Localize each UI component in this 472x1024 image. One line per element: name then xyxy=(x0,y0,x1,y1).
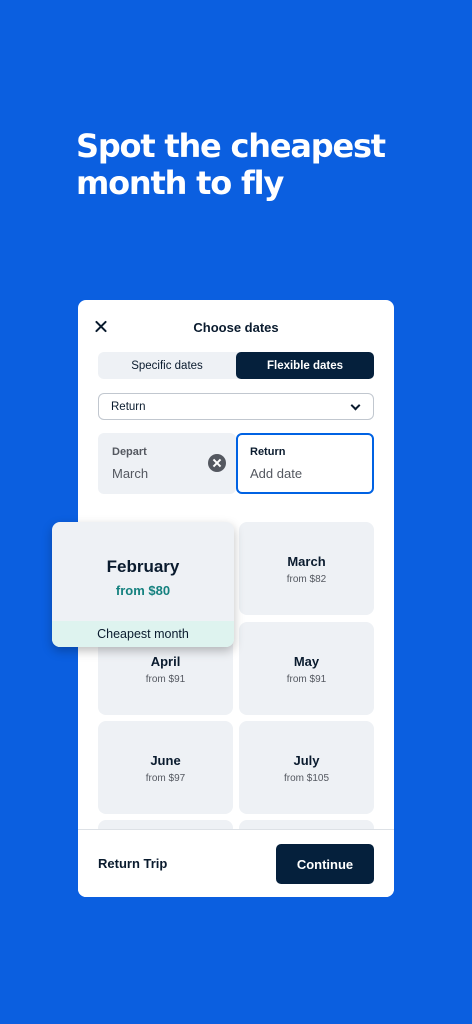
month-price: from $82 xyxy=(286,574,327,585)
depart-label: Depart xyxy=(112,446,147,458)
headline: Spot the cheapest month to fly xyxy=(76,127,386,202)
month-price: from $91 xyxy=(286,674,327,685)
tab-specific-dates[interactable]: Specific dates xyxy=(98,352,236,379)
month-price: from $91 xyxy=(145,674,186,685)
month-tile-june[interactable]: June from $97 xyxy=(98,721,233,814)
month-name: July xyxy=(293,753,320,768)
month-price: from $97 xyxy=(145,773,186,784)
trip-summary: Return Trip xyxy=(98,856,168,871)
depart-value: March xyxy=(112,466,149,481)
tab-flexible-dates[interactable]: Flexible dates xyxy=(236,352,374,379)
return-label: Return xyxy=(250,446,286,458)
month-tile-july[interactable]: July from $105 xyxy=(239,721,374,814)
month-price: from $105 xyxy=(283,773,330,784)
month-tile-march[interactable]: March from $82 xyxy=(239,522,374,615)
trip-type-select[interactable]: Return xyxy=(98,393,374,420)
month-grid-overflow xyxy=(78,820,394,829)
return-field[interactable]: Return Add date xyxy=(236,433,374,494)
month-name: April xyxy=(150,654,181,669)
month-tile-may[interactable]: May from $91 xyxy=(239,622,374,715)
continue-button[interactable]: Continue xyxy=(276,844,374,884)
featured-month-name: February xyxy=(106,557,180,576)
cheapest-month-badge: Cheapest month xyxy=(52,621,234,647)
return-placeholder: Add date xyxy=(250,466,303,481)
trip-type-value: Return xyxy=(111,400,146,413)
clear-icon[interactable] xyxy=(208,454,226,472)
month-name: May xyxy=(293,654,320,669)
month-name: March xyxy=(287,554,326,569)
featured-month-price: from $80 xyxy=(115,583,171,598)
featured-month-card[interactable]: February from $80 Cheapest month xyxy=(52,522,234,647)
chevron-down-icon xyxy=(350,400,361,411)
dialog-title: Choose dates xyxy=(193,320,279,335)
month-name: June xyxy=(150,753,181,768)
month-tile-partial xyxy=(239,820,374,829)
date-mode-toggle: Specific dates Flexible dates xyxy=(98,352,374,379)
dialog-footer: Return Trip Continue xyxy=(78,829,394,897)
depart-field[interactable]: Depart March xyxy=(98,433,236,494)
month-tile-partial xyxy=(98,820,233,829)
